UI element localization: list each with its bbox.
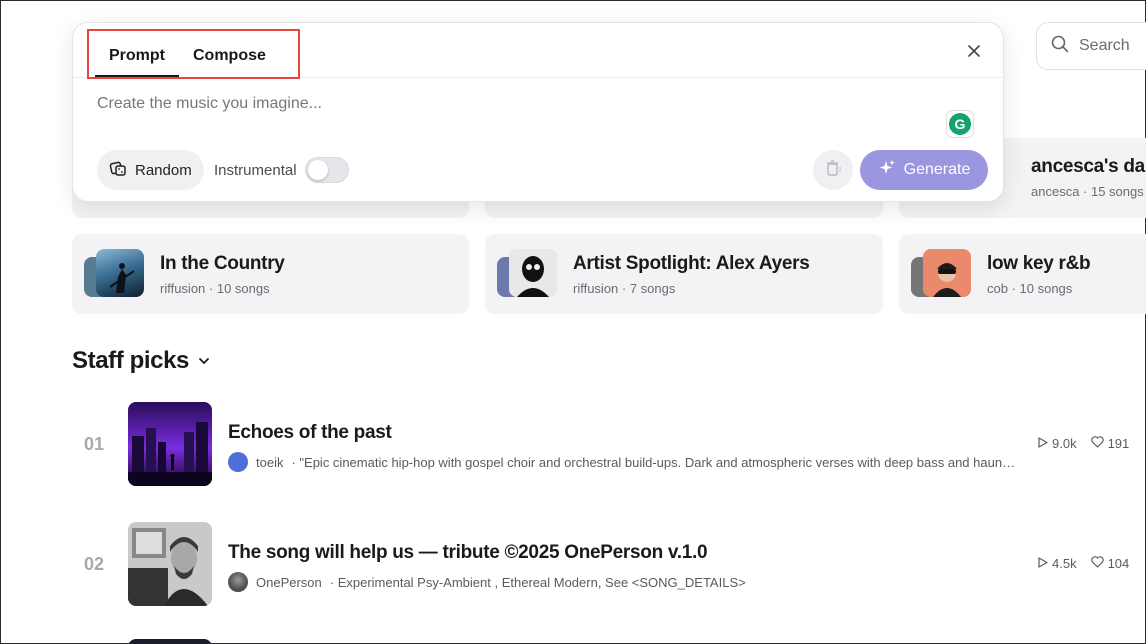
track-title[interactable]: The song will help us — tribute ©2025 On… xyxy=(228,542,708,564)
prompt-input[interactable] xyxy=(97,95,917,113)
trash-icon xyxy=(824,159,842,182)
close-icon[interactable] xyxy=(967,41,981,64)
playlist-card[interactable]: In the Country riffusion · 10 songs xyxy=(72,234,469,314)
avatar[interactable] xyxy=(228,572,248,592)
playlist-title: low key r&b xyxy=(987,252,1091,274)
playlist-title: In the Country xyxy=(160,252,285,274)
playlist-cover xyxy=(911,247,971,301)
heart-icon[interactable] xyxy=(1090,556,1104,571)
heart-icon[interactable] xyxy=(1090,436,1104,451)
like-count: 191 xyxy=(1107,436,1130,451)
section-title: Staff picks xyxy=(72,347,189,374)
random-button[interactable]: Random xyxy=(97,150,204,190)
like-count: 104 xyxy=(1107,556,1130,571)
playlist-title: Artist Spotlight: Alex Ayers xyxy=(573,252,810,274)
grammarly-icon[interactable]: G xyxy=(946,110,974,138)
track-row[interactable]: 02 The song will help us — tribute ©2025… xyxy=(72,522,1146,612)
track-author[interactable]: OnePerson xyxy=(256,575,322,590)
instrumental-toggle[interactable] xyxy=(305,157,349,183)
instrumental-label: Instrumental xyxy=(214,162,297,179)
track-title[interactable]: Echoes of the past xyxy=(228,422,392,444)
track-row[interactable]: 01 Echoes of the past toeik · "Epic cine… xyxy=(72,402,1146,492)
search-box[interactable]: Search xyxy=(1036,22,1146,70)
track-stats: 9.0k 191 xyxy=(1038,436,1129,451)
playlist-cover xyxy=(497,247,557,301)
playlist-cover xyxy=(84,247,144,301)
track-author[interactable]: toeik xyxy=(256,455,283,470)
playlist-subtitle: ancesca · 15 songs xyxy=(1031,184,1144,199)
dice-icon xyxy=(109,159,127,181)
search-icon xyxy=(1051,35,1069,58)
avatar[interactable] xyxy=(228,452,248,472)
track-meta: OnePerson · Experimental Psy-Ambient , E… xyxy=(228,572,1018,592)
track-description: · Experimental Psy-Ambient , Ethereal Mo… xyxy=(329,574,746,590)
track-number: 01 xyxy=(84,434,105,454)
chevron-down-icon xyxy=(197,347,211,375)
track-description: · "Epic cinematic hip-hop with gospel ch… xyxy=(291,454,1018,470)
playlist-card[interactable]: low key r&b cob · 10 songs xyxy=(899,234,1146,314)
playlist-card[interactable]: Artist Spotlight: Alex Ayers riffusion ·… xyxy=(485,234,883,314)
sparkle-icon xyxy=(878,159,896,182)
track-meta: toeik · "Epic cinematic hip-hop with gos… xyxy=(228,452,1018,472)
generate-label: Generate xyxy=(903,161,971,178)
playlist-title: ancesca's dance xyxy=(1031,156,1146,177)
track-cover[interactable] xyxy=(128,402,212,486)
play-count: 9.0k xyxy=(1052,436,1077,451)
track-stats: 4.5k 104 xyxy=(1038,556,1129,571)
track-cover[interactable] xyxy=(128,639,212,644)
create-music-panel: Prompt Compose G Random Instrumental Gen… xyxy=(72,22,1004,202)
generate-button[interactable]: Generate xyxy=(860,150,988,190)
staff-picks-header[interactable]: Staff picks xyxy=(72,347,211,375)
play-icon xyxy=(1038,556,1048,571)
play-count: 4.5k xyxy=(1052,556,1077,571)
playlist-subtitle: cob · 10 songs xyxy=(987,280,1073,296)
random-label: Random xyxy=(135,161,192,179)
track-cover[interactable] xyxy=(128,522,212,606)
clear-button[interactable] xyxy=(813,150,853,190)
playlist-subtitle: riffusion · 10 songs xyxy=(160,280,270,296)
play-icon xyxy=(1038,436,1048,451)
search-label: Search xyxy=(1079,37,1130,54)
annotation-highlight-box xyxy=(87,29,300,79)
playlist-subtitle: riffusion · 7 songs xyxy=(573,280,676,296)
track-number: 02 xyxy=(84,554,105,574)
